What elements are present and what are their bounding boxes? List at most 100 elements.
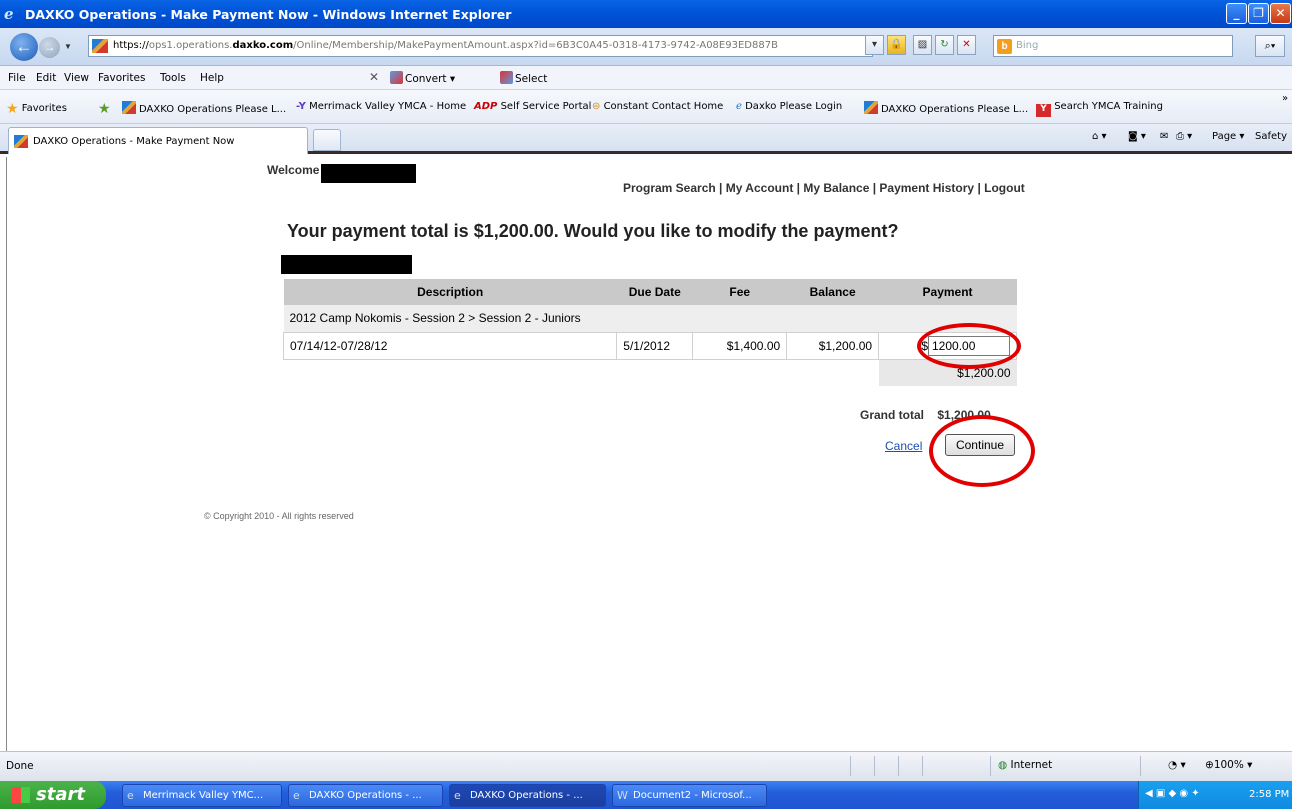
redacted-username	[321, 164, 416, 183]
payment-subtotal: $1,200.00	[878, 359, 1017, 386]
column-header: Description	[283, 279, 617, 305]
my-balance-link[interactable]: My Balance	[803, 181, 869, 195]
security-zone[interactable]: ◍ Internet	[998, 759, 1052, 771]
recent-pages-dropdown-icon[interactable]: ▼	[64, 42, 72, 51]
favorite-link-4[interactable]: ⊜ Constant Contact Home	[592, 101, 723, 112]
address-dropdown-icon[interactable]: ▾	[865, 35, 884, 55]
favorite-link-6[interactable]: DAXKO Operations Please L...	[864, 101, 1028, 115]
select-icon	[500, 71, 513, 84]
close-toolbar-icon[interactable]: ✕	[369, 70, 379, 84]
menu-edit[interactable]: Edit	[36, 72, 56, 84]
row-due-date: 5/1/2012	[616, 331, 694, 360]
ie-logo-icon: e	[4, 5, 14, 23]
taskbar: start e Merrimack Valley YMC... e DAXKO Op…	[0, 781, 1292, 809]
mail-icon[interactable]: ✉	[1160, 131, 1168, 142]
menu-favorites[interactable]: Favorites	[98, 72, 145, 84]
page-menu[interactable]: Page ▾	[1212, 131, 1244, 142]
favorite-link-3[interactable]: ADP Self Service Portal	[474, 101, 591, 112]
grand-total-value: $1,200.00	[937, 408, 991, 422]
word-icon: W	[617, 789, 628, 802]
menu-view[interactable]: View	[64, 72, 89, 84]
favorite-link-2[interactable]: -Y Merrimack Valley YMCA - Home	[296, 101, 466, 112]
print-icon[interactable]: ⎙ ▾	[1176, 131, 1192, 142]
favorite-link-7[interactable]: Y Search YMCA Training	[1036, 101, 1163, 117]
close-window-button[interactable]: ✕	[1270, 3, 1291, 24]
address-bar[interactable]: https://ops1.operations.daxko.com/Online…	[88, 35, 873, 57]
window-title-bar[interactable]: e DAXKO Operations - Make Payment Now - …	[0, 0, 1292, 28]
favorites-overflow-icon[interactable]: »	[1282, 93, 1288, 104]
windows-logo-icon	[12, 787, 30, 803]
convert-button[interactable]: Convert ▾	[390, 71, 455, 85]
cancel-link[interactable]: Cancel	[885, 439, 922, 453]
protected-mode-icon[interactable]: ◔ ▾	[1168, 759, 1186, 771]
stop-icon[interactable]: ✕	[957, 35, 976, 55]
forward-button[interactable]: →	[39, 37, 60, 58]
row-balance: $1,200.00	[786, 331, 880, 360]
taskbar-item-3[interactable]: e DAXKO Operations - ...	[449, 784, 606, 807]
start-button[interactable]: start	[0, 781, 106, 809]
convert-icon	[390, 71, 403, 84]
select-button[interactable]: Select	[500, 71, 547, 85]
grand-total: Grand total $1,200.00	[860, 408, 991, 422]
ie-icon: e	[454, 789, 461, 802]
zoom-control[interactable]: ⊕100% ▾	[1205, 759, 1252, 771]
page-content: Welcome Program Search | My Account | My…	[6, 157, 1292, 751]
payment-table: Description Due Date Fee Balance Payment…	[282, 279, 1017, 386]
welcome-label: Welcome	[267, 163, 320, 177]
favorite-link-1[interactable]: DAXKO Operations Please L...	[122, 101, 286, 115]
bing-icon: b	[997, 39, 1012, 54]
redacted-member-name	[281, 255, 412, 274]
menu-help[interactable]: Help	[200, 72, 224, 84]
status-text: Done	[6, 760, 34, 772]
taskbar-item-1[interactable]: e Merrimack Valley YMC...	[122, 784, 282, 807]
logout-link[interactable]: Logout	[984, 181, 1025, 195]
session-row: 2012 Camp Nokomis - Session 2 > Session …	[283, 305, 1017, 332]
column-header: Due Date	[616, 279, 693, 305]
payment-amount-input[interactable]	[928, 335, 1010, 356]
favorite-link-5[interactable]: e Daxko Please Login	[736, 101, 842, 112]
grand-total-label: Grand total	[860, 408, 925, 422]
constant-contact-icon: ⊜	[592, 101, 601, 112]
taskbar-item-2[interactable]: e DAXKO Operations - ...	[288, 784, 443, 807]
favorites-star-icon: ★	[6, 101, 19, 117]
search-box[interactable]: b Bing	[993, 35, 1233, 57]
navigation-bar: ← → ▼ https://ops1.operations.daxko.com/…	[0, 28, 1292, 66]
search-placeholder: Bing	[1016, 40, 1039, 51]
compatibility-view-icon[interactable]: ▨	[913, 35, 932, 55]
add-to-favorites-icon[interactable]: ★	[98, 101, 111, 117]
table-header-row: Description Due Date Fee Balance Payment	[283, 279, 1017, 305]
home-icon[interactable]: ⌂ ▾	[1092, 131, 1107, 142]
feeds-icon[interactable]: ◙ ▾	[1128, 131, 1146, 142]
clock: 2:58 PM	[1249, 789, 1290, 800]
tab-label: DAXKO Operations - Make Payment Now	[33, 136, 235, 147]
copyright-text: © Copyright 2010 - All rights reserved	[204, 511, 354, 521]
search-button[interactable]: ⌕▾	[1255, 35, 1285, 57]
page-title: Your payment total is $1,200.00. Would y…	[287, 221, 899, 241]
session-name: 2012 Camp Nokomis - Session 2 > Session …	[283, 305, 1017, 332]
back-button[interactable]: ←	[10, 33, 38, 61]
payment-history-link[interactable]: Payment History	[879, 181, 974, 195]
lock-icon[interactable]: 🔒	[887, 35, 906, 55]
column-header: Balance	[786, 279, 879, 305]
ie-icon: e	[293, 789, 300, 802]
continue-button[interactable]: Continue	[945, 434, 1015, 456]
my-account-link[interactable]: My Account	[726, 181, 794, 195]
new-tab-button[interactable]	[313, 129, 341, 151]
ymca-icon: -Y	[296, 101, 306, 112]
column-header: Fee	[692, 279, 787, 305]
ie-page-icon: e	[736, 101, 742, 112]
refresh-icon[interactable]: ↻	[935, 35, 954, 55]
menu-tools[interactable]: Tools	[160, 72, 186, 84]
status-bar: Done ◍ Internet ◔ ▾ ⊕100% ▾	[0, 751, 1292, 781]
taskbar-item-4[interactable]: W Document2 - Microsof...	[612, 784, 767, 807]
minimize-button[interactable]: _	[1226, 3, 1247, 24]
menu-file[interactable]: File	[8, 72, 26, 84]
favorites-button[interactable]: ★ Favorites	[6, 101, 67, 117]
daxko-icon	[864, 101, 878, 114]
tab-make-payment[interactable]: DAXKO Operations - Make Payment Now	[8, 127, 308, 154]
tray-icons[interactable]: ◀ ▣ ◆ ◉ ✦	[1145, 788, 1200, 799]
ie-icon: e	[127, 789, 134, 802]
program-search-link[interactable]: Program Search	[623, 181, 716, 195]
maximize-button[interactable]: ❐	[1248, 3, 1269, 24]
safety-menu[interactable]: Safety	[1255, 131, 1287, 142]
